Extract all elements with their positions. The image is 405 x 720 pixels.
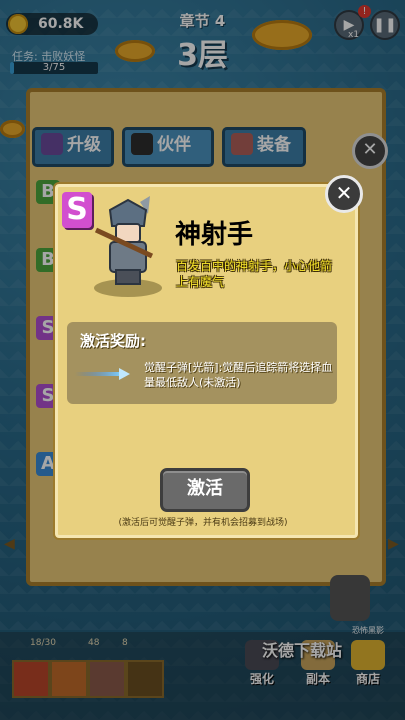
light-arrow-icon — [75, 368, 130, 380]
hero-name: 神射手 — [175, 220, 254, 250]
activate-button[interactable]: 激活 — [160, 468, 250, 512]
activate-hint: (激活后可觉醒子弹，并有机会招募到战场) — [118, 518, 288, 528]
dialog-close-button[interactable]: ✕ — [325, 175, 363, 213]
reward-description: 觉醒子弹[光箭]:觉醒后追踪箭将选择血量最低敌人(未激活) — [144, 361, 333, 389]
helmet — [108, 198, 148, 227]
reward-title: 激活奖励: — [80, 332, 146, 350]
archer-portrait — [94, 196, 162, 297]
legs — [115, 269, 141, 285]
hero-description: 百发百中的神射手，小心他箭上有魔气 — [176, 259, 333, 289]
